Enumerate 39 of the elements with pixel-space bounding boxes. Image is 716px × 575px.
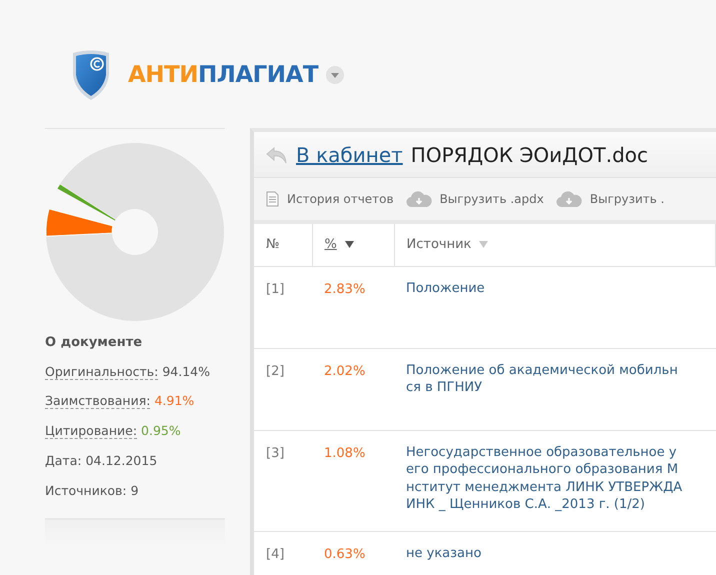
field-value: 0.95% — [141, 423, 181, 438]
field-value: 4.91% — [154, 393, 194, 408]
field-label: Источников: — [45, 482, 127, 498]
source-link[interactable]: Негосударственное образовательное у его профессионального образования М нститут менеджмента ЛИНК УТВЕРЖДА ИНК _ Щенников С.А. _2013 г. (1/2) — [406, 444, 704, 514]
back-link[interactable]: В кабинет — [296, 140, 403, 170]
field-value: 94.14% — [162, 364, 210, 378]
sort-icon[interactable] — [344, 240, 354, 248]
row-number: [2] — [266, 364, 284, 378]
dropdown-icon[interactable] — [326, 66, 344, 84]
column-header[interactable]: Источник — [406, 237, 472, 252]
source-link[interactable]: не указано — [406, 544, 704, 562]
match-percent: 2.02% — [324, 364, 366, 378]
source-link[interactable]: Положение — [406, 280, 704, 297]
toolbar-link[interactable]: История отчетов — [287, 190, 394, 208]
toolbar-link[interactable]: Выгрузить .apdx — [440, 190, 544, 208]
row-number: [1] — [266, 282, 284, 296]
field-label: Дата: — [45, 452, 82, 468]
toolbar-link[interactable]: Выгрузить . — [590, 190, 664, 208]
column-header: № — [266, 237, 280, 252]
match-percent: 1.08% — [324, 446, 366, 460]
match-percent: 2.83% — [324, 282, 366, 296]
column-header[interactable]: % — [324, 237, 337, 252]
term-label[interactable]: Заимствования: — [45, 393, 150, 410]
shield-logo-icon — [70, 49, 112, 101]
logo-text: АНТИПЛАГИАТ — [128, 60, 318, 90]
field-value: 9 — [130, 482, 139, 498]
document-icon[interactable] — [266, 191, 279, 207]
cloud-download-icon[interactable] — [556, 190, 582, 208]
row-number: [4] — [266, 546, 284, 562]
term-label[interactable]: Цитирование: — [45, 423, 138, 439]
section-title: О документе — [45, 334, 144, 352]
back-arrow-icon[interactable] — [266, 146, 288, 164]
row-number: [3] — [266, 446, 284, 460]
match-percent: 0.63% — [324, 546, 366, 562]
cloud-download-icon[interactable] — [406, 190, 432, 208]
term-label[interactable]: Оригинальность: — [45, 364, 158, 380]
source-link[interactable]: Положение об академической мобильн ся в ПГНИУ — [406, 362, 704, 396]
field-value: 04.12.2015 — [86, 452, 158, 468]
document-title: ПОРЯДОК ЭОиДОТ.doc — [410, 142, 648, 168]
